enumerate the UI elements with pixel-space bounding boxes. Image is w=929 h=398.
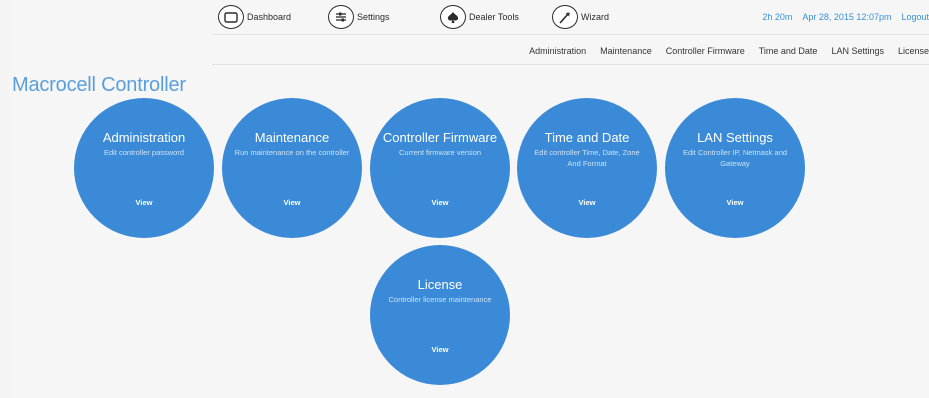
nav-dealer-tools-label: Dealer Tools <box>469 12 519 22</box>
sub-nav-license[interactable]: License <box>898 46 929 56</box>
nav-wizard[interactable]: Wizard <box>552 4 609 30</box>
nav-wizard-label: Wizard <box>581 12 610 22</box>
tile-administration[interactable]: Administration Edit controller password … <box>74 98 214 238</box>
page-title: Macrocell Controller <box>12 74 186 96</box>
tile-description: Controller license maintenance <box>388 295 492 304</box>
top-nav: Dashboard Settings Dealer Tools Wizard 2… <box>210 4 929 30</box>
status-bar: 2h 20m Apr 28, 2015 12:07pm Logout <box>752 4 929 30</box>
tile-license[interactable]: License Controller license maintenance V… <box>370 245 510 385</box>
tile-description: Edit Controller IP, Netmask and Gateway <box>682 148 788 168</box>
tile-view-link[interactable]: View <box>370 345 510 354</box>
tile-description: Edit controller password <box>103 148 185 157</box>
tile-title: LAN Settings <box>697 130 773 145</box>
tile-description: Run maintenance on the controller <box>234 148 350 157</box>
nav-dashboard-label: Dashboard <box>247 12 292 22</box>
tile-title: License <box>417 277 463 292</box>
dashboard-icon <box>218 5 244 29</box>
tile-description: Current firmware version <box>398 148 482 157</box>
top-divider <box>212 34 929 35</box>
nav-settings[interactable]: Settings <box>328 4 390 30</box>
tile-lan-settings[interactable]: LAN Settings Edit Controller IP, Netmask… <box>665 98 805 238</box>
tile-view-link[interactable]: View <box>222 198 362 207</box>
session-timer: 2h 20m <box>762 12 793 22</box>
tile-view-link[interactable]: View <box>74 198 214 207</box>
sub-nav-lan-settings[interactable]: LAN Settings <box>831 46 884 56</box>
tile-view-link[interactable]: View <box>370 198 510 207</box>
settings-icon <box>328 5 354 29</box>
wizard-icon <box>552 5 578 29</box>
tile-title: Time and Date <box>544 130 630 145</box>
current-datetime: Apr 28, 2015 12:07pm <box>802 12 892 22</box>
sub-nav-controller-firmware[interactable]: Controller Firmware <box>666 46 745 56</box>
sub-nav-maintenance[interactable]: Maintenance <box>600 46 652 56</box>
nav-dashboard[interactable]: Dashboard <box>218 4 291 30</box>
tile-description: Edit controller Time, Date, Zone And For… <box>534 148 640 168</box>
tile-time-and-date[interactable]: Time and Date Edit controller Time, Date… <box>517 98 657 238</box>
tile-view-link[interactable]: View <box>517 198 657 207</box>
tile-title: Maintenance <box>254 130 330 145</box>
sub-nav: Administration Maintenance Controller Fi… <box>515 44 929 58</box>
logout-link[interactable]: Logout <box>901 12 929 22</box>
sub-divider <box>212 64 929 65</box>
nav-settings-label: Settings <box>357 12 390 22</box>
nav-dealer-tools[interactable]: Dealer Tools <box>440 4 519 30</box>
tile-view-link[interactable]: View <box>665 198 805 207</box>
sub-nav-time-and-date[interactable]: Time and Date <box>759 46 818 56</box>
sub-nav-administration[interactable]: Administration <box>529 46 586 56</box>
dealer-tools-icon <box>440 5 466 29</box>
tile-maintenance[interactable]: Maintenance Run maintenance on the contr… <box>222 98 362 238</box>
tile-controller-firmware[interactable]: Controller Firmware Current firmware ver… <box>370 98 510 238</box>
tile-title: Controller Firmware <box>382 130 498 145</box>
tile-title: Administration <box>102 130 186 145</box>
